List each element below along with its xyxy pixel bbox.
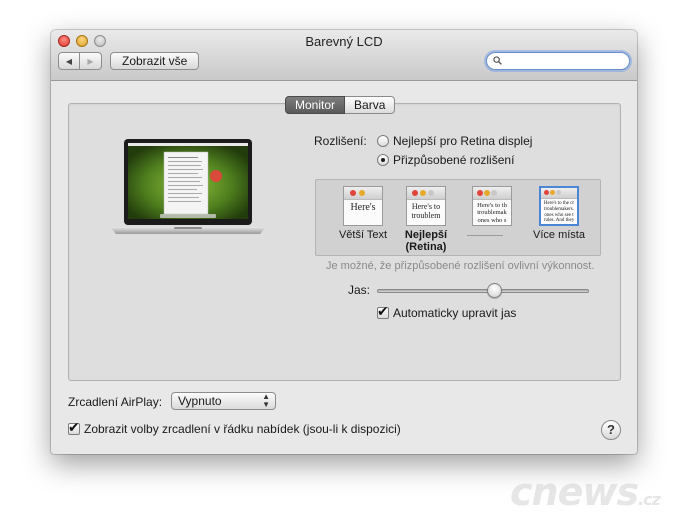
airplay-select-value: Vypnuto xyxy=(178,394,222,408)
window-title: Barevný LCD xyxy=(305,34,383,49)
scale-option-best-retina[interactable]: Here's to troublem Nejlepší (Retina) xyxy=(401,186,451,253)
scale-option-more-space[interactable]: Here's to th troublemak ones who s xyxy=(467,186,517,236)
brightness-slider-track[interactable] xyxy=(377,289,589,293)
scale-option-most-space[interactable]: Here's to the cr troublemakers. ones who… xyxy=(527,186,591,241)
navigation-buttons: ◀ ▶ xyxy=(58,52,102,70)
tab-color[interactable]: Barva xyxy=(345,96,396,114)
updown-arrows-icon: ▲ ▼ xyxy=(262,392,270,409)
radio-scaled[interactable]: Přizpůsobené rozlišení xyxy=(377,153,514,167)
scale-option-label: Nejlepší (Retina) xyxy=(404,229,448,253)
search-icon xyxy=(493,56,502,65)
search-field[interactable] xyxy=(486,52,630,70)
tab-monitor[interactable]: Monitor xyxy=(285,96,346,114)
preferences-window: Barevný LCD ◀ ▶ Zobrazit vše Monitor Bar… xyxy=(51,30,637,454)
checkbox[interactable]: ✔ xyxy=(68,419,80,435)
checkmark-icon: ✔ xyxy=(68,419,80,435)
scale-preview: Here's to troublem xyxy=(406,186,446,226)
laptop-display-image xyxy=(110,139,266,234)
brightness-slider-knob[interactable] xyxy=(486,283,502,298)
forward-arrow-icon: ▶ xyxy=(87,56,94,66)
brightness-label: Jas: xyxy=(348,283,371,297)
scale-option-larger-text[interactable]: Here's Větší Text xyxy=(338,186,388,241)
show-all-button[interactable]: Zobrazit vše xyxy=(110,52,200,70)
title-bar: Barevný LCD ◀ ▶ Zobrazit vše xyxy=(51,30,637,81)
tab-bar: Monitor Barva xyxy=(285,96,396,114)
airplay-label: Zrcadlení AirPlay: xyxy=(68,395,163,409)
back-arrow-icon: ◀ xyxy=(65,56,73,66)
forward-button[interactable]: ▶ xyxy=(80,52,102,70)
scale-option-label: Více místa xyxy=(533,229,585,241)
radio-label: Přizpůsobené rozlišení xyxy=(393,153,515,167)
scale-option-divider xyxy=(467,235,503,236)
scale-preview-selected: Here's to the cr troublemakers. ones who… xyxy=(539,186,579,226)
scale-preview: Here's to th troublemak ones who s xyxy=(472,186,512,226)
scale-option-label: Větší Text xyxy=(338,229,388,241)
checkmark-icon: ✔ xyxy=(377,303,389,319)
checkbox-label: Automaticky upravit jas xyxy=(393,306,517,320)
show-mirroring-in-menubar-checkbox[interactable]: ✔ Zobrazit volby zrcadlení v řádku nabíd… xyxy=(68,419,401,436)
performance-note: Je možné, že přizpůsobené rozlišení ovli… xyxy=(326,260,595,272)
checkbox-label: Zobrazit volby zrcadlení v řádku nabídek… xyxy=(84,422,401,436)
search-input[interactable] xyxy=(505,54,623,68)
back-button[interactable]: ◀ xyxy=(58,52,80,70)
radio-button-selected[interactable] xyxy=(377,154,389,166)
airplay-select[interactable]: Vypnuto ▲ ▼ xyxy=(171,392,276,410)
radio-label: Nejlepší pro Retina displej xyxy=(393,134,533,148)
help-button[interactable]: ? xyxy=(601,420,621,440)
scale-preview: Here's xyxy=(343,186,383,226)
resolution-label: Rozlišení: xyxy=(314,134,367,148)
checkbox[interactable]: ✔ xyxy=(377,303,389,319)
auto-brightness-checkbox[interactable]: ✔ Automaticky upravit jas xyxy=(377,303,517,320)
scaled-resolution-picker: Here's Větší Text Here's to troublem Nej… xyxy=(315,179,601,256)
radio-button[interactable] xyxy=(377,135,389,147)
radio-best-for-retina[interactable]: Nejlepší pro Retina displej xyxy=(377,134,532,148)
watermark-logo: cnews.cz xyxy=(510,470,661,514)
